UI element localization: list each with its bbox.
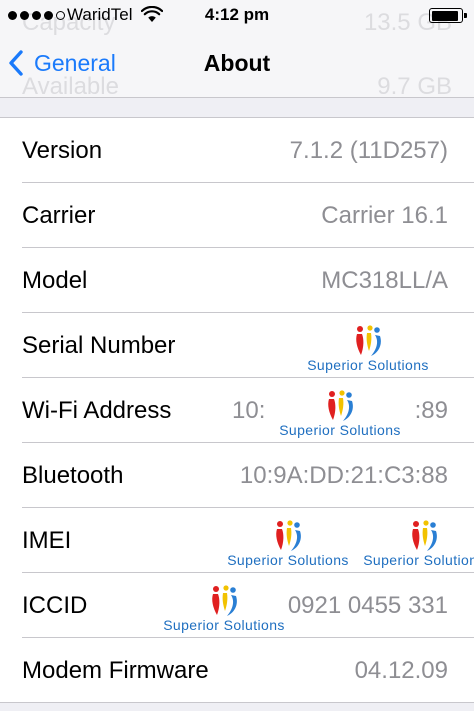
battery-fill xyxy=(431,10,458,21)
status-bar: WaridTel 4:12 pm xyxy=(0,0,474,32)
row-bluetooth[interactable]: Bluetooth 10:9A:DD:21:C3:88 xyxy=(0,443,474,508)
watermark-text: Superior Solutions xyxy=(163,617,285,633)
watermark-text: Superior Solutions xyxy=(363,552,474,568)
about-list: Version 7.1.2 (11D257) Carrier Carrier 1… xyxy=(0,117,474,703)
watermark-emblem-icon xyxy=(328,390,353,421)
page-title: About xyxy=(203,50,271,76)
watermark-logo: Superior Solutions xyxy=(240,390,440,440)
row-imei[interactable]: IMEI Superior Solutions Superior Solutio… xyxy=(0,508,474,573)
row-modem-firmware[interactable]: Modem Firmware 04.12.09 xyxy=(0,638,474,703)
carrier-value: Carrier 16.1 xyxy=(321,202,448,229)
carrier-label: Carrier xyxy=(22,202,96,229)
navigation-bar: General About xyxy=(0,40,474,86)
iccid-label: ICCID xyxy=(22,592,88,619)
watermark-text: Superior Solutions xyxy=(279,422,401,438)
bluetooth-label: Bluetooth xyxy=(22,462,124,489)
serial-number-label: Serial Number xyxy=(22,332,176,359)
row-wifi-address[interactable]: Wi-Fi Address 10: :89 Superior Solutions xyxy=(0,378,474,443)
modem-firmware-label: Modem Firmware xyxy=(22,657,209,684)
version-value: 7.1.2 (11D257) xyxy=(289,137,448,164)
wifi-address-label: Wi-Fi Address xyxy=(22,397,172,424)
watermark-emblem-icon xyxy=(276,520,301,551)
watermark-emblem-icon xyxy=(412,520,437,551)
watermark-text: Superior Solutions xyxy=(307,357,429,373)
battery-nub xyxy=(464,13,467,18)
row-iccid[interactable]: ICCID 0921 0455 331 Superior Solutions xyxy=(0,573,474,638)
battery-icon xyxy=(429,8,467,23)
watermark-emblem-icon xyxy=(212,585,237,616)
imei-label: IMEI xyxy=(22,527,72,554)
row-version[interactable]: Version 7.1.2 (11D257) xyxy=(0,118,474,183)
modem-firmware-value: 04.12.09 xyxy=(354,657,448,684)
model-label: Model xyxy=(22,267,88,294)
version-label: Version xyxy=(22,137,103,164)
row-carrier[interactable]: Carrier Carrier 16.1 xyxy=(0,183,474,248)
bluetooth-value: 10:9A:DD:21:C3:88 xyxy=(239,462,448,489)
status-time: 4:12 pm xyxy=(204,5,270,24)
screen: Capacity 13.5 GB Available 9.7 GB WaridT… xyxy=(0,0,474,711)
watermark-logo: Superior Solutions xyxy=(124,585,324,635)
model-value: MC318LL/A xyxy=(321,267,448,294)
row-serial-number[interactable]: Serial Number Superior Solutions xyxy=(0,313,474,378)
row-model[interactable]: Model MC318LL/A xyxy=(0,248,474,313)
watermark-logo: Superior Solutions xyxy=(324,520,474,570)
watermark-logo: Superior Solutions xyxy=(268,325,468,375)
watermark-emblem-icon xyxy=(356,325,381,356)
